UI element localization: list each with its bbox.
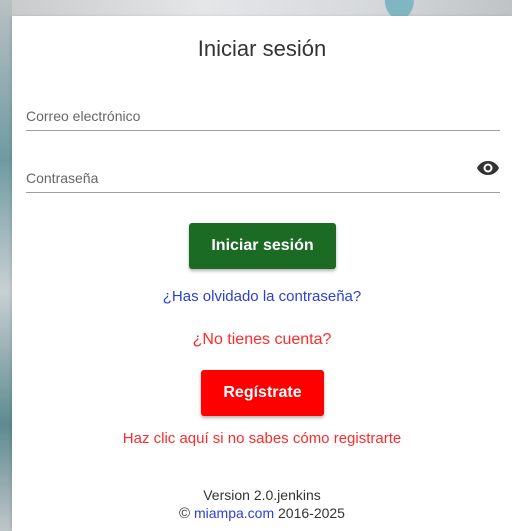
copyright-line: © miampa.com 2016-2025 xyxy=(12,505,512,522)
password-field-container xyxy=(26,152,500,193)
email-field[interactable] xyxy=(26,108,500,124)
eye-icon[interactable] xyxy=(476,156,500,180)
login-button[interactable]: Iniciar sesión xyxy=(189,223,336,269)
background-strip xyxy=(0,0,12,531)
page-title: Iniciar sesión xyxy=(197,36,327,61)
site-link[interactable]: miampa.com xyxy=(194,505,274,521)
version-text: Version 2.0.jenkins xyxy=(203,487,321,503)
copyright-years: 2016-2025 xyxy=(274,505,345,521)
login-card: Iniciar sesión Iniciar sesión ¿Has olvid… xyxy=(12,16,512,531)
register-help-link[interactable]: Haz clic aquí si no sabes cómo registrar… xyxy=(12,430,512,447)
email-field-container xyxy=(26,90,500,131)
register-button[interactable]: Regístrate xyxy=(201,370,324,416)
password-field[interactable] xyxy=(26,170,500,186)
copyright-icon: © xyxy=(179,505,191,522)
no-account-text: ¿No tienes cuenta? xyxy=(192,331,332,348)
forgot-password-link[interactable]: ¿Has olvidado la contraseña? xyxy=(12,288,512,305)
